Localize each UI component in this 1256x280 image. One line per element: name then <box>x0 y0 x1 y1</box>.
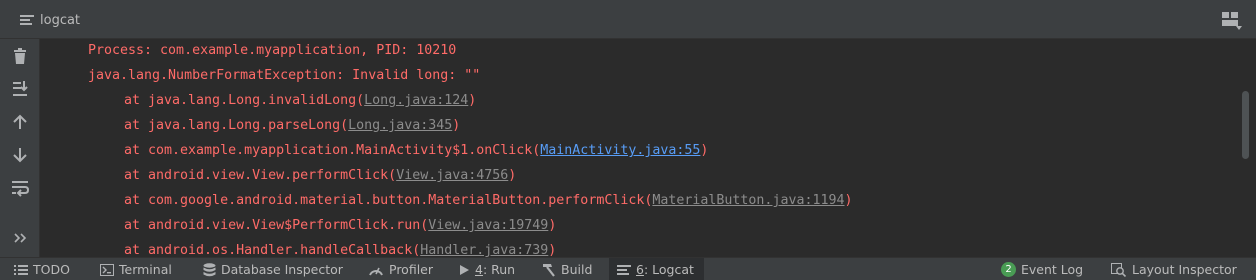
source-link[interactable]: Long.java:345 <box>348 118 452 133</box>
tab-label: : Run <box>482 262 516 277</box>
tab-label: Build <box>561 262 593 277</box>
tool-window-bar: TODO Terminal Database Inspector Profile… <box>0 257 1256 280</box>
more-chevron-icon[interactable] <box>10 231 30 245</box>
logcat-header: logcat <box>0 0 1256 39</box>
source-link[interactable]: View.java:4756 <box>396 168 508 183</box>
tab-label: Database Inspector <box>221 262 343 277</box>
source-link[interactable]: MaterialButton.java:1194 <box>652 193 844 208</box>
source-link-app[interactable]: MainActivity.java:55 <box>540 143 700 158</box>
tab-label: Layout Inspector <box>1132 262 1237 277</box>
tab-todo[interactable]: TODO <box>14 258 70 280</box>
soft-wrap-icon[interactable] <box>10 178 30 198</box>
tab-label: TODO <box>33 262 70 277</box>
tab-logcat[interactable]: 6: Logcat <box>609 258 704 280</box>
database-icon <box>203 262 216 276</box>
tab-event-log[interactable]: 2 Event Log <box>1001 258 1083 280</box>
tab-label: : Logcat <box>643 262 694 277</box>
tab-layout-inspector[interactable]: Layout Inspector <box>1111 258 1237 280</box>
log-line: Process: com.example.myapplication, PID:… <box>88 43 457 58</box>
stack-frame: at java.lang.Long.invalidLong(Long.java:… <box>124 93 477 108</box>
run-play-icon <box>460 264 469 275</box>
tab-database-inspector[interactable]: Database Inspector <box>203 258 343 280</box>
logcat-toolbar <box>0 39 40 257</box>
tab-label: Event Log <box>1021 262 1084 277</box>
tab-label: Terminal <box>119 262 172 277</box>
stack-frame: at android.view.View.performClick(View.j… <box>124 168 517 183</box>
tab-terminal[interactable]: Terminal <box>100 258 172 280</box>
down-arrow-icon[interactable] <box>10 145 30 165</box>
logcat-list-icon <box>20 15 34 25</box>
vertical-scrollbar[interactable] <box>1237 39 1256 257</box>
stack-frame: at com.google.android.material.button.Ma… <box>124 193 853 208</box>
scroll-to-end-icon[interactable] <box>10 79 30 99</box>
tab-mnemonic: 4 <box>475 262 483 277</box>
tab-label: Profiler <box>389 262 434 277</box>
logcat-list-icon <box>617 264 631 275</box>
stack-frame: at android.view.View$PerformClick.run(Vi… <box>124 218 557 233</box>
layout-options-icon[interactable] <box>1222 12 1242 30</box>
log-line: java.lang.NumberFormatException: Invalid… <box>88 68 481 83</box>
source-link[interactable]: Long.java:124 <box>364 93 468 108</box>
source-link[interactable]: Handler.java:739 <box>420 243 548 257</box>
event-count-badge: 2 <box>1001 262 1016 277</box>
scrollbar-thumb[interactable] <box>1242 91 1249 159</box>
terminal-icon <box>100 263 114 276</box>
stack-frame: at android.os.Handler.handleCallback(Han… <box>124 243 557 257</box>
tab-mnemonic: 6 <box>636 262 644 277</box>
profiler-gauge-icon <box>369 267 383 276</box>
stack-frame: at java.lang.Long.parseLong(Long.java:34… <box>124 118 461 133</box>
tab-build[interactable]: Build <box>540 258 592 280</box>
tab-profiler[interactable]: Profiler <box>368 258 433 280</box>
todo-list-icon <box>14 264 28 275</box>
hammer-icon <box>543 263 555 277</box>
logcat-output[interactable]: Process: com.example.myapplication, PID:… <box>41 39 1237 257</box>
layout-inspector-icon <box>1111 262 1127 277</box>
source-link[interactable]: View.java:19749 <box>428 218 548 233</box>
stack-frame: at com.example.myapplication.MainActivit… <box>124 143 709 158</box>
tab-run[interactable]: 4: Run <box>458 258 515 280</box>
up-arrow-icon[interactable] <box>10 112 30 132</box>
panel-title: logcat <box>40 13 81 28</box>
trash-icon[interactable] <box>10 47 30 67</box>
